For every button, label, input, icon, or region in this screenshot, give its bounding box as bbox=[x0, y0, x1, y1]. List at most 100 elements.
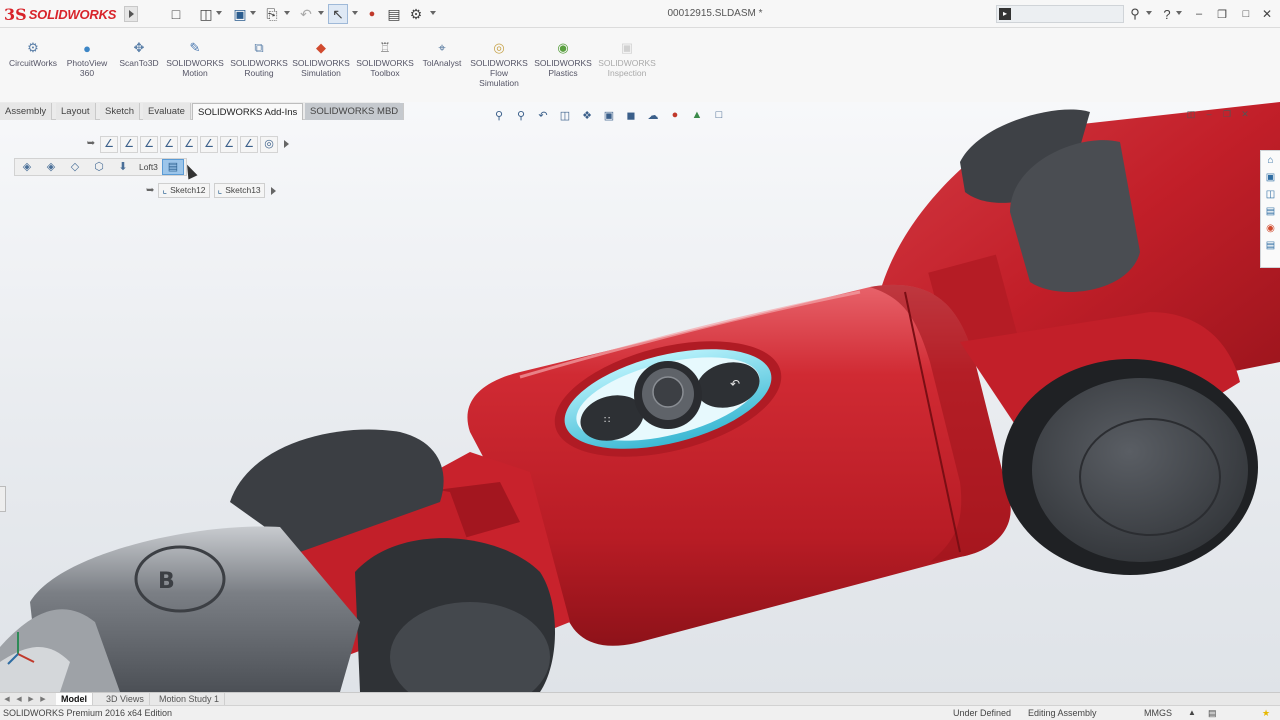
custom-properties-icon[interactable]: ▤ bbox=[1263, 238, 1278, 253]
section-view-icon[interactable]: ◫ bbox=[556, 107, 574, 123]
help-dropdown-icon[interactable] bbox=[1176, 11, 1182, 15]
bottom-tab-motion-study-1[interactable]: Motion Study 1 bbox=[154, 693, 226, 705]
edit-sketch-icon[interactable]: ◈ bbox=[41, 159, 61, 175]
relation-icon-5[interactable]: ∠ bbox=[180, 135, 198, 153]
appearances-icon[interactable]: ◉ bbox=[1263, 221, 1278, 236]
context-toolbar-expand-icon[interactable] bbox=[284, 140, 289, 148]
maximize-window-icon[interactable]: □ bbox=[1238, 5, 1254, 23]
file-properties-icon[interactable]: ▤ bbox=[384, 4, 404, 24]
display-style-icon[interactable]: ◼ bbox=[622, 107, 640, 123]
dynamic-annotation-icon[interactable]: ❖ bbox=[578, 107, 596, 123]
undo-dropdown-icon[interactable] bbox=[318, 11, 324, 15]
command-label: SOLIDWORKS Motion bbox=[166, 58, 224, 78]
previous-tab-icon[interactable]: ◀ bbox=[14, 695, 24, 704]
tab-sketch[interactable]: Sketch bbox=[100, 103, 141, 120]
sketch13-label: Sketch13 bbox=[225, 185, 261, 195]
command-label: PhotoView 360 bbox=[66, 58, 108, 78]
command-plastics-button[interactable]: ◉ SOLIDWORKS Plastics bbox=[528, 40, 598, 78]
quick-tips-icon[interactable]: ★ bbox=[1262, 708, 1270, 719]
relation-icon-4[interactable]: ∠ bbox=[160, 135, 178, 153]
doc-minimize-icon[interactable]: – bbox=[1202, 108, 1216, 120]
bottom-tab-bar: ◀ ◀ ▶ ▶ Model 3D Views Motion Study 1 bbox=[0, 692, 1280, 705]
sketch-list-toolbar: ➥ ⌞ Sketch12 ⌞ Sketch13 bbox=[146, 182, 276, 199]
main-menu-expand-button[interactable] bbox=[124, 6, 138, 22]
zoom-to-fit-icon[interactable]: ⚲ bbox=[490, 107, 508, 123]
help-icon[interactable]: ? bbox=[1160, 5, 1174, 23]
units-dropdown-icon[interactable]: ▲ bbox=[1188, 708, 1196, 717]
print-icon[interactable]: ⎘ bbox=[262, 4, 282, 24]
rebuild-icon[interactable]: ● bbox=[362, 4, 382, 24]
restore-window-icon[interactable]: ❐ bbox=[1214, 5, 1230, 23]
rollback-icon[interactable]: ⬇ bbox=[113, 159, 133, 175]
relation-icon-2[interactable]: ∠ bbox=[120, 135, 138, 153]
search-commands-icon[interactable]: ▸ bbox=[999, 8, 1011, 20]
tab-solidworks-mbd[interactable]: SOLIDWORKS MBD bbox=[305, 103, 405, 120]
apply-scene-icon[interactable]: ▲ bbox=[688, 107, 706, 123]
suppress-icon[interactable]: ◇ bbox=[65, 159, 85, 175]
doc-close-icon[interactable]: ✕ bbox=[1238, 108, 1252, 120]
previous-view-icon[interactable]: ↶ bbox=[534, 107, 552, 123]
edit-feature-icon[interactable]: ◈ bbox=[17, 159, 37, 175]
simulation-icon: ◆ bbox=[316, 40, 326, 55]
last-tab-icon[interactable]: ▶ bbox=[38, 695, 48, 704]
select-dropdown-icon[interactable] bbox=[352, 11, 358, 15]
open-file-icon[interactable]: ◫ bbox=[196, 4, 216, 24]
minimize-window-icon[interactable]: – bbox=[1192, 5, 1206, 23]
tile-window-icon[interactable]: ◫ bbox=[1184, 108, 1198, 120]
print-dropdown-icon[interactable] bbox=[284, 11, 290, 15]
tab-assembly[interactable]: Assembly bbox=[0, 103, 53, 120]
doc-restore-icon[interactable]: ❐ bbox=[1220, 108, 1234, 120]
save-icon[interactable]: ▣ bbox=[230, 4, 250, 24]
tab-solidworks-add-ins[interactable]: SOLIDWORKS Add-Ins bbox=[192, 103, 304, 120]
undo-icon[interactable]: ↶ bbox=[296, 4, 316, 24]
tab-evaluate[interactable]: Evaluate bbox=[143, 103, 191, 120]
sketch12-item[interactable]: ⌞ Sketch12 bbox=[158, 183, 210, 198]
feature-manager-flyout-handle[interactable] bbox=[0, 486, 6, 512]
relation-icon-1[interactable]: ∠ bbox=[100, 135, 118, 153]
hide-show-items-icon[interactable]: ☁ bbox=[644, 107, 662, 123]
relation-icon-7[interactable]: ∠ bbox=[220, 135, 238, 153]
relation-icon-3[interactable]: ∠ bbox=[140, 135, 158, 153]
open-dropdown-icon[interactable] bbox=[216, 11, 222, 15]
tab-layout[interactable]: Layout bbox=[56, 103, 96, 120]
view-orientation-icon[interactable]: ▣ bbox=[600, 107, 618, 123]
search-box[interactable]: ▸ bbox=[996, 5, 1124, 23]
options-dropdown-icon[interactable] bbox=[430, 11, 436, 15]
bottom-tab-3d-views[interactable]: 3D Views bbox=[101, 693, 150, 705]
command-routing-button[interactable]: ⧉ SOLIDWORKS Routing bbox=[224, 40, 294, 78]
command-simulation-button[interactable]: ◆ SOLIDWORKS Simulation bbox=[286, 40, 356, 78]
hide-body-icon[interactable]: ⬡ bbox=[89, 159, 109, 175]
options-icon[interactable]: ⚙ bbox=[406, 4, 426, 24]
edit-appearance-icon[interactable]: ● bbox=[666, 107, 684, 123]
view-settings-icon[interactable]: □ bbox=[710, 107, 728, 123]
select-icon[interactable]: ↖ bbox=[328, 4, 348, 24]
close-window-icon[interactable]: ✕ bbox=[1260, 5, 1274, 23]
first-tab-icon[interactable]: ◀ bbox=[2, 695, 12, 704]
relation-icon-8[interactable]: ∠ bbox=[240, 135, 258, 153]
command-flow-simulation-button[interactable]: ◎ SOLIDWORKS Flow Simulation bbox=[464, 40, 534, 88]
save-dropdown-icon[interactable] bbox=[250, 11, 256, 15]
rebuild-status-icon[interactable]: ▤ bbox=[1208, 708, 1217, 719]
sketch13-item[interactable]: ⌞ Sketch13 bbox=[213, 183, 265, 198]
relation-icon-6[interactable]: ∠ bbox=[200, 135, 218, 153]
search-input[interactable] bbox=[1015, 7, 1119, 21]
sketch-list-expand-icon[interactable] bbox=[270, 186, 276, 195]
solidworks-logo[interactable]: 3S SOLIDWORKS bbox=[4, 2, 124, 26]
edit-mode-label: Editing Assembly bbox=[1028, 708, 1097, 718]
status-bar: SOLIDWORKS Premium 2016 x64 Edition Unde… bbox=[0, 705, 1280, 720]
solidworks-resources-icon[interactable]: ⌂ bbox=[1263, 153, 1278, 168]
command-motion-button[interactable]: ✎ SOLIDWORKS Motion bbox=[160, 40, 230, 78]
design-library-icon[interactable]: ▣ bbox=[1263, 170, 1278, 185]
selected-parent-child-icon[interactable]: ▤ bbox=[161, 159, 184, 175]
search-dropdown-icon[interactable] bbox=[1146, 11, 1152, 15]
view-palette-icon[interactable]: ▤ bbox=[1263, 204, 1278, 219]
command-inspection-button[interactable]: ▣ SOLIDWORKS Inspection bbox=[592, 40, 662, 78]
concentric-relation-icon[interactable]: ◎ bbox=[260, 135, 278, 153]
search-icon[interactable]: ⚲ bbox=[1126, 5, 1144, 23]
next-tab-icon[interactable]: ▶ bbox=[26, 695, 36, 704]
new-file-icon[interactable]: □ bbox=[166, 4, 186, 24]
unit-system-button[interactable]: MMGS bbox=[1144, 708, 1172, 718]
bottom-tab-model[interactable]: Model bbox=[56, 693, 93, 705]
zoom-to-area-icon[interactable]: ⚲ bbox=[512, 107, 530, 123]
file-explorer-icon[interactable]: ◫ bbox=[1263, 187, 1278, 202]
